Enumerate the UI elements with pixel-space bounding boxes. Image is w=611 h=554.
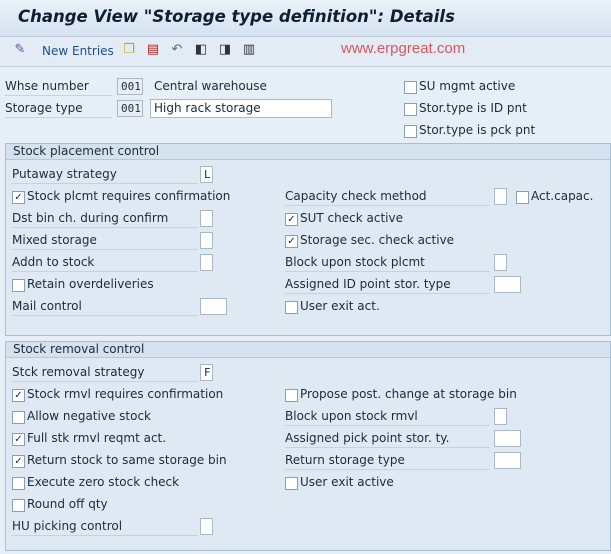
- full-stk-rmvl-reqmt-act-label: Full stk rmvl reqmt act.: [27, 431, 167, 445]
- execute-zero-stock-check-label: Execute zero stock check: [27, 475, 180, 489]
- full-stk-rmvl-reqmt-act-checkbox[interactable]: ✓: [12, 433, 25, 446]
- storage-sec-check-active-checkbox[interactable]: ✓: [285, 235, 298, 248]
- capacity-check-method-input[interactable]: [494, 188, 507, 205]
- round-off-qty-checkbox[interactable]: [12, 499, 25, 512]
- title-bar: Change View "Storage type definition": D…: [0, 0, 611, 37]
- stor-type-is-id-pnt-checkbox[interactable]: [404, 103, 417, 116]
- stor-type-is-pck-pnt-label: Stor.type is pck pnt: [419, 123, 536, 137]
- mixed-storage-label: Mixed storage: [12, 232, 198, 250]
- assigned-pick-point-stor-ty-label: Assigned pick point stor. ty.: [285, 430, 490, 448]
- assigned-id-point-stor-type-label: Assigned ID point stor. type: [285, 276, 490, 294]
- retain-overdeliveries-checkbox[interactable]: [12, 279, 25, 292]
- hu-picking-control-label: HU picking control: [12, 518, 198, 536]
- change-display-icon[interactable]: ✎: [13, 43, 27, 57]
- execute-zero-stock-check-checkbox[interactable]: [12, 477, 25, 490]
- dst-bin-ch-during-confirm-label: Dst bin ch. during confirm: [12, 210, 198, 228]
- return-stock-to-same-storage-bin-label: Return stock to same storage bin: [27, 453, 227, 467]
- storage-sec-check-active-label: Storage sec. check active: [300, 233, 455, 247]
- select-all-icon[interactable]: ▥: [242, 43, 256, 57]
- dst-bin-ch-during-confirm-input[interactable]: [200, 210, 213, 227]
- mixed-storage-input[interactable]: [200, 232, 213, 249]
- copy-icon[interactable]: ❐: [122, 43, 136, 57]
- whse-description: Central warehouse: [154, 79, 267, 93]
- return-stock-to-same-storage-bin-checkbox[interactable]: ✓: [12, 455, 25, 468]
- retain-overdeliveries-label: Retain overdeliveries: [27, 277, 154, 291]
- allow-negative-stock-label: Allow negative stock: [27, 409, 151, 423]
- capacity-check-method-label: Capacity check method: [285, 188, 490, 206]
- return-storage-type-label: Return storage type: [285, 452, 490, 470]
- whse-number-label: Whse number: [5, 78, 112, 96]
- act-capac-checkbox[interactable]: [516, 191, 529, 204]
- putaway-strategy-input[interactable]: L: [200, 166, 213, 183]
- sut-check-active-checkbox[interactable]: ✓: [285, 213, 298, 226]
- next-entry-icon[interactable]: ◨: [218, 43, 232, 57]
- application-toolbar: ✎ New Entries ❐ ▤ ↶ ◧ ◨ ▥ www.erpgreat.c…: [0, 37, 611, 67]
- return-storage-type-input[interactable]: [494, 452, 521, 469]
- watermark: www.erpgreat.com: [341, 40, 466, 57]
- group-title: Stock removal control: [6, 342, 610, 358]
- stock-rmvl-requires-confirmation-label: Stock rmvl requires confirmation: [27, 387, 224, 401]
- mail-control-input[interactable]: [200, 298, 227, 315]
- user-exit-act-label: User exit act.: [300, 299, 380, 313]
- user-exit-active-checkbox[interactable]: [285, 477, 298, 490]
- allow-negative-stock-checkbox[interactable]: [12, 411, 25, 424]
- block-upon-stock-rmvl-label: Block upon stock rmvl: [285, 408, 490, 426]
- assigned-id-point-stor-type-input[interactable]: [494, 276, 521, 293]
- addn-to-stock-label: Addn to stock: [12, 254, 198, 272]
- stck-removal-strategy-input[interactable]: F: [200, 364, 213, 381]
- act-capac-label: Act.capac.: [531, 189, 594, 203]
- round-off-qty-label: Round off qty: [27, 497, 108, 511]
- propose-post-change-at-storage-bin-label: Propose post. change at storage bin: [300, 387, 517, 401]
- block-upon-stock-plcmt-input[interactable]: [494, 254, 507, 271]
- storage-type-label: Storage type: [5, 100, 112, 118]
- stck-removal-strategy-label: Stck removal strategy: [12, 364, 198, 382]
- storage-type-description-input[interactable]: High rack storage: [150, 99, 332, 118]
- su-mgmt-active-checkbox[interactable]: [404, 81, 417, 94]
- stock-plcmt-requires-confirmation-label: Stock plcmt requires confirmation: [27, 189, 231, 203]
- delete-icon[interactable]: ▤: [146, 43, 160, 57]
- su-mgmt-active-label: SU mgmt active: [419, 79, 516, 93]
- user-exit-act-checkbox[interactable]: [285, 301, 298, 314]
- block-upon-stock-plcmt-label: Block upon stock plcmt: [285, 254, 490, 272]
- new-entries-button[interactable]: New Entries: [42, 44, 114, 58]
- user-exit-active-label: User exit active: [300, 475, 394, 489]
- propose-post-change-at-storage-bin-checkbox[interactable]: [285, 389, 298, 402]
- sut-check-active-label: SUT check active: [300, 211, 403, 225]
- assigned-pick-point-stor-ty-input[interactable]: [494, 430, 521, 447]
- storage-type-field: 001: [117, 100, 143, 117]
- stor-type-is-id-pnt-label: Stor.type is ID pnt: [419, 101, 527, 115]
- addn-to-stock-input[interactable]: [200, 254, 213, 271]
- page-title: Change View "Storage type definition": D…: [18, 7, 455, 26]
- mail-control-label: Mail control: [12, 298, 198, 316]
- hu-picking-control-input[interactable]: [200, 518, 213, 535]
- block-upon-stock-rmvl-input[interactable]: [494, 408, 507, 425]
- whse-number-field: 001: [117, 78, 143, 95]
- group-title: Stock placement control: [6, 144, 610, 160]
- stock-rmvl-requires-confirmation-checkbox[interactable]: ✓: [12, 389, 25, 402]
- stor-type-is-pck-pnt-checkbox[interactable]: [404, 125, 417, 138]
- putaway-strategy-label: Putaway strategy: [12, 166, 198, 184]
- previous-entry-icon[interactable]: ◧: [194, 43, 208, 57]
- stock-plcmt-requires-confirmation-checkbox[interactable]: ✓: [12, 191, 25, 204]
- undo-icon[interactable]: ↶: [170, 43, 184, 57]
